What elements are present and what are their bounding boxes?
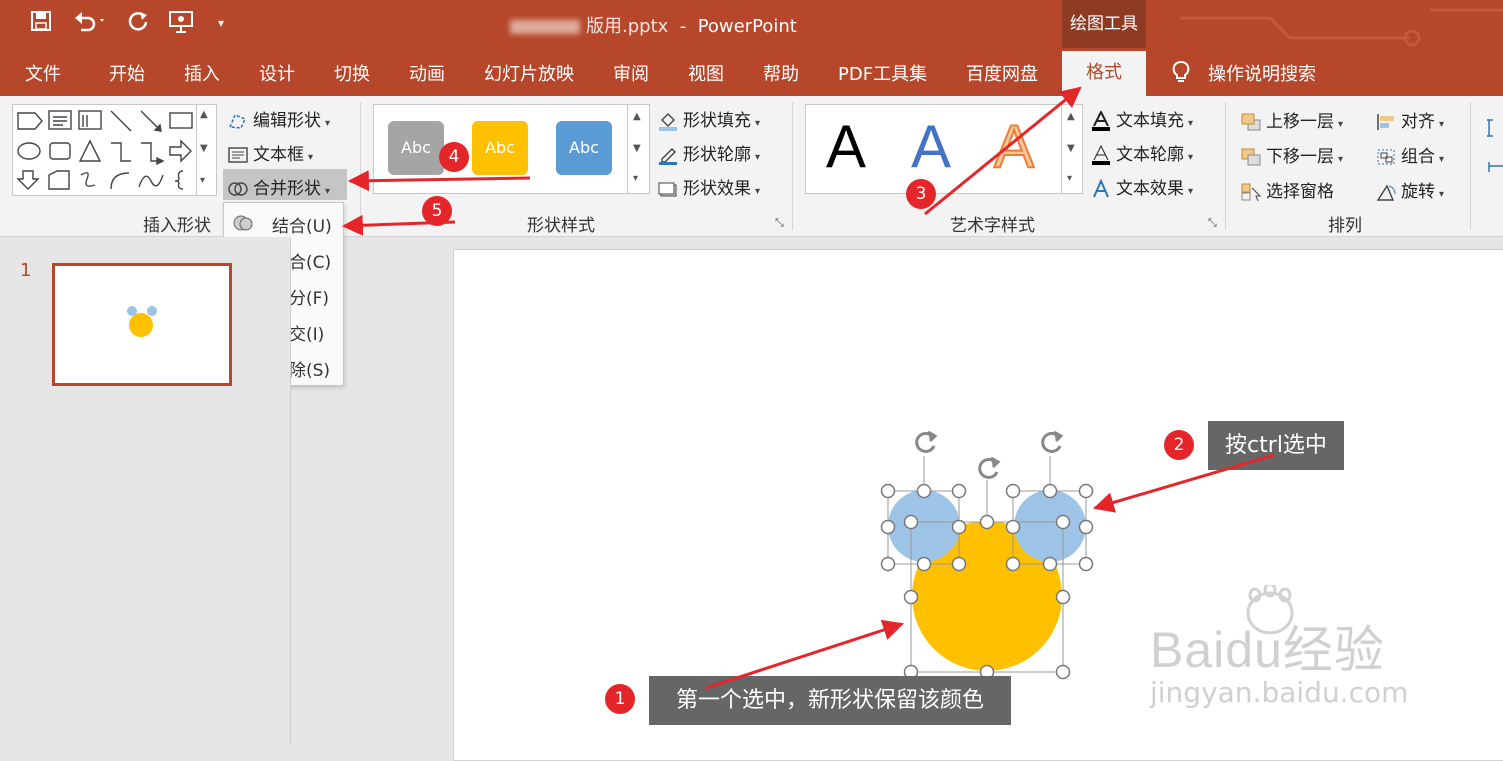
step-badge-4: 4	[439, 142, 469, 172]
step-badge-5: 5	[422, 196, 452, 226]
step-badge-1: 1	[605, 684, 635, 714]
step-badge-2: 2	[1164, 430, 1194, 460]
annotation-arrows	[341, 86, 1275, 690]
step-badge-3: 3	[906, 179, 936, 209]
